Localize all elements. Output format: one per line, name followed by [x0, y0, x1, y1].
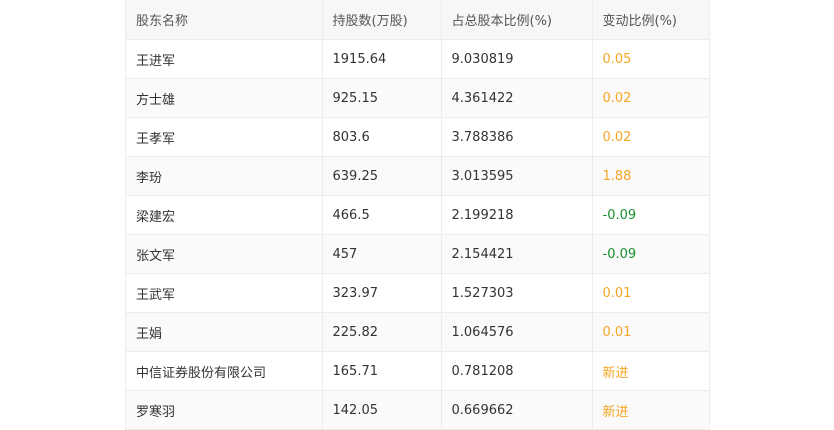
header-ratio: 占总股本比例(%) — [441, 0, 593, 40]
table-row: 李玢 639.25 3.013595 1.88 — [126, 156, 709, 196]
cell-change: -0.09 — [592, 234, 709, 274]
table-row: 王娟 225.82 1.064576 0.01 — [126, 312, 709, 352]
table-row: 中信证券股份有限公司 165.71 0.781208 新进 — [126, 351, 709, 391]
cell-shares: 1915.64 — [322, 39, 442, 79]
cell-change: 0.02 — [592, 78, 709, 118]
cell-change: -0.09 — [592, 195, 709, 235]
cell-name: 王进军 — [126, 39, 323, 79]
cell-name: 中信证券股份有限公司 — [126, 351, 323, 391]
header-change: 变动比例(%) — [592, 0, 709, 40]
cell-shares: 925.15 — [322, 78, 442, 118]
cell-shares: 142.05 — [322, 390, 442, 430]
cell-ratio: 0.781208 — [441, 351, 593, 391]
table-row: 罗寒羽 142.05 0.669662 新进 — [126, 390, 709, 430]
table-body: 王进军 1915.64 9.030819 0.05 方士雄 925.15 4.3… — [126, 39, 709, 430]
table-row: 王武军 323.97 1.527303 0.01 — [126, 273, 709, 313]
table-row: 王孝军 803.6 3.788386 0.02 — [126, 117, 709, 157]
cell-shares: 165.71 — [322, 351, 442, 391]
cell-name: 李玢 — [126, 156, 323, 196]
cell-ratio: 4.361422 — [441, 78, 593, 118]
table-row: 王进军 1915.64 9.030819 0.05 — [126, 39, 709, 79]
cell-change: 新进 — [592, 351, 709, 391]
shareholder-table-container: 股东名称 持股数(万股) 占总股本比例(%) 变动比例(%) 王进军 1915.… — [125, 0, 710, 430]
cell-change: 新进 — [592, 390, 709, 430]
cell-shares: 803.6 — [322, 117, 442, 157]
table-header: 股东名称 持股数(万股) 占总股本比例(%) 变动比例(%) — [126, 0, 709, 40]
cell-change: 0.01 — [592, 273, 709, 313]
cell-change: 0.01 — [592, 312, 709, 352]
cell-ratio: 9.030819 — [441, 39, 593, 79]
cell-shares: 323.97 — [322, 273, 442, 313]
cell-change: 0.02 — [592, 117, 709, 157]
cell-ratio: 3.788386 — [441, 117, 593, 157]
cell-shares: 466.5 — [322, 195, 442, 235]
shareholder-table: 股东名称 持股数(万股) 占总股本比例(%) 变动比例(%) 王进军 1915.… — [126, 0, 709, 430]
cell-ratio: 2.154421 — [441, 234, 593, 274]
header-row: 股东名称 持股数(万股) 占总股本比例(%) 变动比例(%) — [126, 0, 709, 40]
cell-ratio: 1.064576 — [441, 312, 593, 352]
cell-name: 王孝军 — [126, 117, 323, 157]
cell-shares: 639.25 — [322, 156, 442, 196]
cell-name: 方士雄 — [126, 78, 323, 118]
table-row: 梁建宏 466.5 2.199218 -0.09 — [126, 195, 709, 235]
cell-shares: 457 — [322, 234, 442, 274]
cell-change: 0.05 — [592, 39, 709, 79]
table-row: 方士雄 925.15 4.361422 0.02 — [126, 78, 709, 118]
cell-ratio: 0.669662 — [441, 390, 593, 430]
header-shareholder-name: 股东名称 — [126, 0, 323, 40]
cell-ratio: 1.527303 — [441, 273, 593, 313]
cell-name: 王武军 — [126, 273, 323, 313]
table-row: 张文军 457 2.154421 -0.09 — [126, 234, 709, 274]
cell-name: 罗寒羽 — [126, 390, 323, 430]
cell-shares: 225.82 — [322, 312, 442, 352]
cell-ratio: 2.199218 — [441, 195, 593, 235]
header-shares: 持股数(万股) — [322, 0, 442, 40]
cell-name: 张文军 — [126, 234, 323, 274]
cell-name: 梁建宏 — [126, 195, 323, 235]
cell-name: 王娟 — [126, 312, 323, 352]
cell-change: 1.88 — [592, 156, 709, 196]
cell-ratio: 3.013595 — [441, 156, 593, 196]
